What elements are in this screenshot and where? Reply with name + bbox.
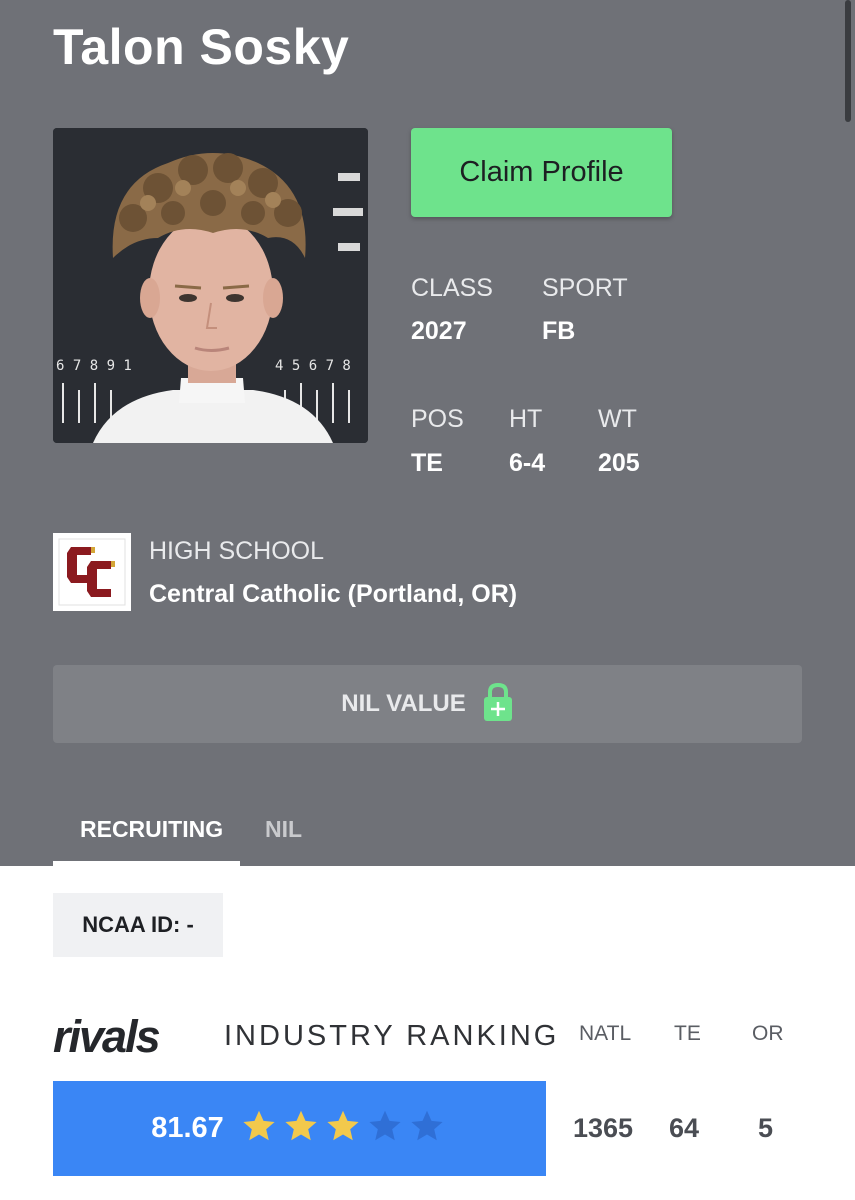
tab-nil[interactable]: NIL: [265, 816, 302, 843]
or-column-label: OR: [752, 1022, 784, 1045]
rating-bar: 81.67: [53, 1081, 546, 1176]
svg-text:6 7 8 9 1: 6 7 8 9 1: [56, 358, 132, 374]
position-value: TE: [411, 449, 443, 477]
national-rank-value: 1365: [573, 1113, 634, 1143]
weight-label: WT: [598, 405, 637, 433]
rivals-logo: rivals: [53, 1011, 161, 1062]
high-school-label: HIGH SCHOOL: [149, 537, 325, 565]
star-empty-icon: [411, 1110, 443, 1141]
star-filled-icon: [285, 1110, 317, 1141]
high-school-name[interactable]: Central Catholic (Portland, OR): [149, 580, 517, 609]
ncaa-id-badge: NCAA ID: -: [53, 893, 223, 957]
height-label: HT: [509, 405, 543, 433]
sport-label: SPORT: [542, 274, 628, 302]
height-value: 6-4: [509, 449, 546, 477]
weight-value: 205: [598, 449, 640, 477]
star-filled-icon: [243, 1110, 275, 1141]
star-empty-icon: [369, 1110, 401, 1141]
class-value: 2027: [411, 317, 467, 345]
star-rating: [238, 1108, 448, 1149]
rating-score: 81.67: [151, 1112, 224, 1144]
lock-plus-icon: [482, 682, 514, 727]
tab-recruiting[interactable]: RECRUITING: [80, 816, 223, 843]
svg-text:4 5 6 7 8: 4 5 6 7 8: [275, 358, 351, 374]
sport-value: FB: [542, 317, 576, 345]
natl-column-label: NATL: [579, 1022, 632, 1045]
position-rank-value: 64: [669, 1113, 700, 1143]
claim-profile-button[interactable]: Claim Profile: [411, 128, 672, 217]
scrollbar[interactable]: [845, 0, 851, 122]
player-name: Talon Sosky: [53, 19, 350, 75]
nil-value-button[interactable]: NIL VALUE: [53, 665, 802, 743]
position-label: POS: [411, 405, 464, 433]
nil-value-label: NIL VALUE: [341, 690, 466, 717]
class-label: CLASS: [411, 274, 493, 302]
industry-ranking-title: INDUSTRY RANKING: [224, 1020, 560, 1052]
active-tab-indicator: [53, 861, 240, 866]
te-column-label: TE: [674, 1022, 701, 1045]
school-logo[interactable]: [53, 533, 131, 611]
state-rank-value: 5: [758, 1113, 774, 1143]
star-filled-icon: [327, 1110, 359, 1141]
player-photo: 6 7 8 9 1 4 5 6 7 8: [53, 128, 368, 443]
profile-header: Talon Sosky 6 7 8 9 1 4 5 6 7 8 Claim Pr…: [0, 0, 855, 866]
